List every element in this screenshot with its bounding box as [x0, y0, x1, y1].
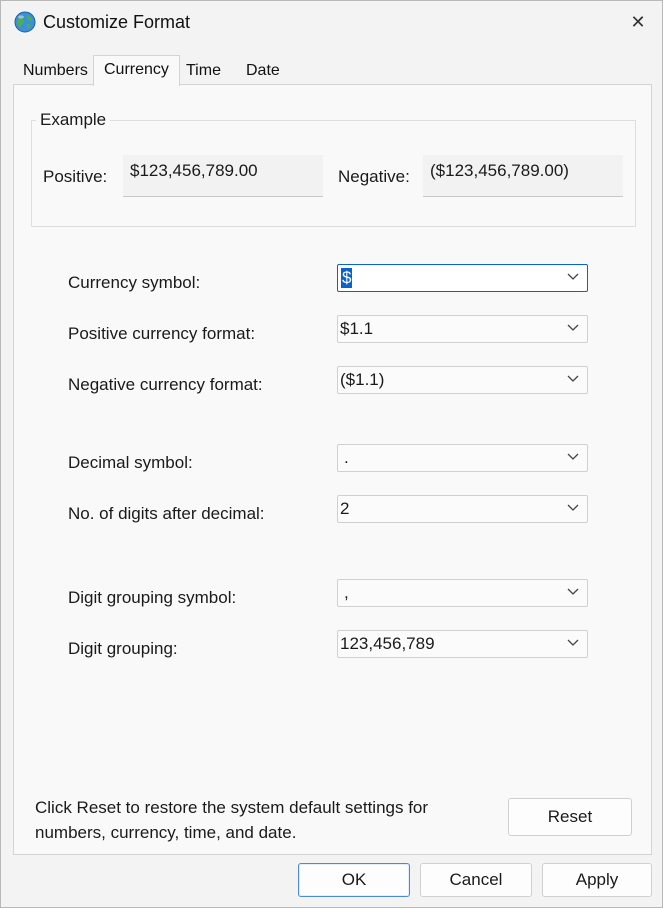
tab-strip: Numbers Currency Time Date: [13, 55, 653, 86]
close-button[interactable]: ✕: [614, 1, 662, 43]
positive-currency-format-value: $1.1: [340, 319, 374, 338]
positive-example-value: $123,456,789.00: [123, 155, 323, 197]
negative-currency-format-value: ($1.1): [340, 370, 385, 389]
tab-time[interactable]: Time: [176, 57, 231, 85]
tab-currency[interactable]: Currency: [93, 55, 180, 86]
negative-label: Negative:: [338, 167, 410, 186]
chevron-down-icon: [567, 375, 579, 382]
currency-symbol-value: $: [341, 268, 353, 288]
decimal-symbol-dropdown[interactable]: .: [337, 444, 588, 472]
chevron-down-icon: [567, 453, 579, 460]
digits-after-decimal-dropdown[interactable]: 2: [337, 495, 588, 523]
example-group: Example Positive: $123,456,789.00 Negati…: [31, 110, 636, 227]
decimal-symbol-label: Decimal symbol:: [68, 453, 193, 472]
currency-symbol-label: Currency symbol:: [68, 273, 201, 292]
chevron-down-icon: [567, 273, 579, 280]
chevron-down-icon: [567, 504, 579, 511]
decimal-symbol-value: .: [344, 448, 349, 467]
reset-button[interactable]: Reset: [508, 798, 632, 836]
digit-grouping-value: 123,456,789: [340, 634, 435, 653]
title-bar: Customize Format ✕: [1, 1, 662, 45]
digit-grouping-symbol-label: Digit grouping symbol:: [68, 588, 237, 607]
chevron-down-icon: [567, 324, 579, 331]
tab-date[interactable]: Date: [236, 57, 290, 85]
apply-button[interactable]: Apply: [542, 863, 652, 897]
digit-grouping-dropdown[interactable]: 123,456,789: [337, 630, 588, 658]
ok-button[interactable]: OK: [298, 863, 410, 897]
currency-symbol-dropdown[interactable]: $: [337, 264, 588, 292]
negative-currency-format-dropdown[interactable]: ($1.1): [337, 366, 588, 394]
digit-grouping-symbol-dropdown[interactable]: ,: [337, 579, 588, 607]
chevron-down-icon: [567, 588, 579, 595]
example-legend: Example: [36, 110, 111, 130]
digit-grouping-symbol-value: ,: [344, 583, 349, 602]
globe-icon: [14, 11, 36, 33]
customize-format-dialog: Customize Format ✕ Numbers Currency Time…: [0, 0, 663, 908]
close-icon: ✕: [630, 11, 646, 32]
positive-currency-format-label: Positive currency format:: [68, 324, 256, 343]
digit-grouping-label: Digit grouping:: [68, 639, 178, 658]
chevron-down-icon: [567, 639, 579, 646]
negative-currency-format-label: Negative currency format:: [68, 375, 263, 394]
currency-tab-panel: Example Positive: $123,456,789.00 Negati…: [13, 84, 652, 855]
tab-numbers[interactable]: Numbers: [13, 57, 98, 85]
window-title: Customize Format: [43, 12, 191, 32]
positive-label: Positive:: [43, 167, 108, 186]
negative-example-value: ($123,456,789.00): [423, 155, 623, 197]
positive-currency-format-dropdown[interactable]: $1.1: [337, 315, 588, 343]
reset-help-text: Click Reset to restore the system defaul…: [35, 798, 429, 842]
cancel-button[interactable]: Cancel: [420, 863, 532, 897]
digits-after-decimal-value: 2: [340, 499, 350, 518]
digits-after-decimal-label: No. of digits after decimal:: [68, 504, 265, 523]
